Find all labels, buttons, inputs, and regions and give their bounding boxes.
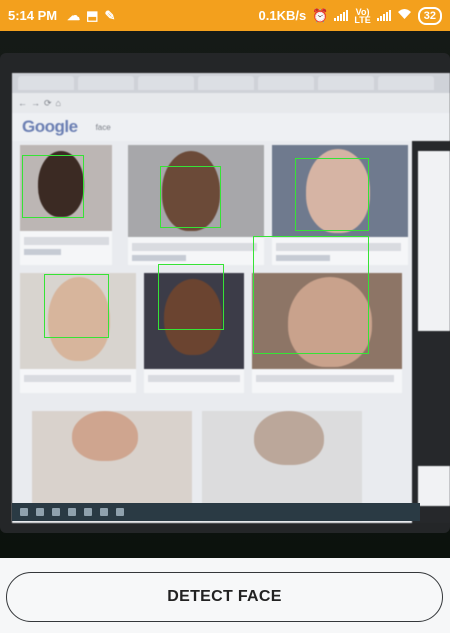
face-detection-box [44, 274, 109, 338]
result-source [24, 249, 61, 255]
network-speed: 0.1KB/s [258, 8, 307, 23]
taskbar-icon [52, 508, 60, 516]
result-caption [256, 375, 394, 382]
side-panel [412, 141, 450, 523]
face-detection-box [22, 155, 84, 218]
browser-tab [378, 76, 434, 90]
browser-tab [258, 76, 314, 90]
browser-tab [78, 76, 134, 90]
result-caption [148, 375, 240, 382]
start-icon [20, 508, 28, 516]
taskbar-icon [100, 508, 108, 516]
taskbar-icon [84, 508, 92, 516]
search-query: face [95, 122, 111, 132]
face-photo [72, 411, 138, 461]
camera-preview: ←→⟳⌂ Google face [0, 31, 450, 558]
browser-tab [138, 76, 194, 90]
detect-face-button[interactable]: DETECT FACE [6, 572, 443, 622]
taskbar-icon [116, 508, 124, 516]
side-panel-block [418, 466, 450, 506]
volte-bottom-label: LTE [354, 14, 371, 25]
address-bar: ←→⟳⌂ [12, 93, 450, 113]
status-right: 0.1KB/s ⏰ Vo) LTE 32 [258, 6, 442, 25]
result-caption [132, 243, 258, 251]
face-detection-box [295, 158, 369, 231]
battery-level: 32 [423, 9, 436, 22]
search-header: Google face [12, 113, 450, 141]
volte-indicator: Vo) LTE [354, 7, 371, 25]
signal-icon [376, 10, 391, 21]
face-detection-box [160, 166, 221, 228]
side-panel-preview [418, 151, 450, 331]
face-detection-box [158, 264, 224, 330]
result-caption [24, 237, 109, 245]
status-bar: 5:14 PM ☁ ⬒ ✎ 0.1KB/s ⏰ Vo) LTE 32 [0, 0, 450, 31]
browser-tabs [12, 73, 450, 93]
cloud-icon: ☁ [67, 7, 81, 23]
browser-tab [198, 76, 254, 90]
wifi-icon [397, 8, 412, 23]
windows-taskbar [12, 503, 420, 521]
battery-icon: 32 [417, 6, 442, 25]
app-icon: ✎ [104, 7, 116, 23]
result-caption [24, 375, 131, 382]
face-detection-box [253, 236, 369, 354]
taskbar-icon [68, 508, 76, 516]
face-photo [254, 411, 324, 465]
nav-buttons: ←→⟳⌂ [18, 97, 65, 108]
alarm-icon: ⏰ [312, 7, 329, 23]
signal-icon [334, 10, 349, 21]
result-source [132, 255, 187, 261]
google-logo: Google [22, 117, 78, 136]
taskbar-icon [36, 508, 44, 516]
browser-tab [318, 76, 374, 90]
browser-tab [18, 76, 74, 90]
status-time: 5:14 PM [8, 8, 58, 23]
bottom-bar: DETECT FACE [0, 558, 450, 633]
bookmark-icon: ⬒ [86, 7, 99, 23]
notification-icons: ☁ ⬒ ✎ [67, 8, 115, 24]
